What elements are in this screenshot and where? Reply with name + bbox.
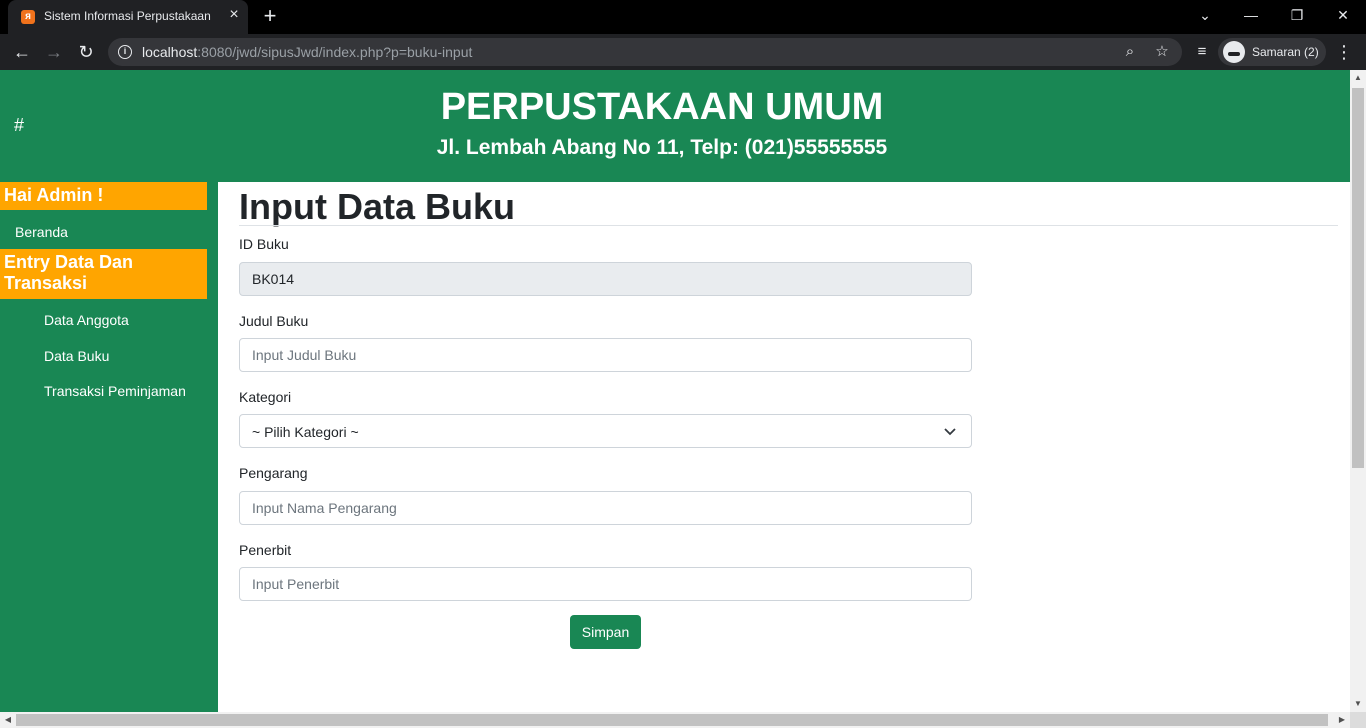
page-title: Input Data Buku — [239, 186, 515, 227]
xampp-favicon-icon: ᴙ — [21, 10, 35, 24]
new-tab-icon[interactable]: + — [258, 5, 282, 29]
site-header: # PERPUSTAKAAN UMUM Jl. Lembah Abang No … — [0, 70, 1350, 182]
browser-tabstrip: ᴙ Sistem Informasi Perpustakaan × + ⌄ — … — [0, 0, 1366, 34]
sidebar: Hai Admin ! Beranda Entry Data Dan Trans… — [0, 182, 218, 712]
id-buku-label: ID Buku — [239, 236, 289, 252]
kategori-select[interactable]: ~ Pilih Kategori ~ — [239, 414, 972, 448]
bookmark-star-icon[interactable]: ☆ — [1152, 42, 1172, 62]
window-close-icon[interactable]: ✕ — [1320, 0, 1366, 30]
simpan-button[interactable]: Simpan — [570, 615, 641, 649]
chevron-down-icon — [944, 428, 956, 436]
sidebar-item-beranda[interactable]: Beranda — [15, 224, 68, 240]
kategori-label: Kategori — [239, 389, 292, 405]
reload-icon[interactable]: ↻ — [74, 40, 98, 64]
scroll-right-icon[interactable]: ▶ — [1334, 712, 1350, 728]
sidebar-section-entry: Entry Data Dan Transaksi — [0, 249, 207, 299]
vertical-scroll-thumb[interactable] — [1352, 88, 1364, 468]
zoom-icon[interactable]: ⌕ — [1120, 42, 1140, 62]
restore-icon[interactable]: ❐ — [1274, 0, 1320, 30]
back-icon[interactable]: ← — [10, 40, 34, 64]
sidebar-greeting: Hai Admin ! — [0, 182, 207, 210]
page-viewport: # PERPUSTAKAAN UMUM Jl. Lembah Abang No … — [0, 70, 1350, 712]
id-buku-field[interactable] — [239, 262, 972, 296]
site-address: Jl. Lembah Abang No 11, Telp: (021)55555… — [436, 136, 888, 159]
minimize-icon[interactable]: — — [1228, 0, 1274, 30]
vertical-scrollbar[interactable]: ▲ ▼ — [1350, 70, 1366, 712]
scrollbar-corner — [1350, 712, 1366, 728]
horizontal-scroll-thumb[interactable] — [16, 714, 1328, 726]
judul-buku-input[interactable] — [239, 338, 972, 372]
incognito-profile-button[interactable]: Samaran (2) — [1218, 38, 1326, 66]
browser-tab[interactable]: ᴙ Sistem Informasi Perpustakaan × — [8, 0, 248, 34]
url-text[interactable]: localhost:8080/jwd/sipusJwd/index.php?p=… — [142, 44, 472, 60]
site-info-icon[interactable]: i — [118, 45, 132, 59]
forward-icon[interactable]: → — [42, 40, 66, 64]
sidebar-item-data-anggota[interactable]: Data Anggota — [44, 312, 129, 328]
kategori-selected-value: ~ Pilih Kategori ~ — [252, 424, 359, 440]
reading-list-icon[interactable]: ≡ — [1190, 40, 1214, 64]
pengarang-label: Pengarang — [239, 465, 308, 481]
site-title: PERPUSTAKAAN UMUM — [440, 86, 884, 128]
scroll-up-icon[interactable]: ▲ — [1350, 70, 1366, 86]
tab-search-icon[interactable]: ⌄ — [1182, 0, 1228, 30]
penerbit-input[interactable] — [239, 567, 972, 601]
scroll-left-icon[interactable]: ◀ — [0, 712, 16, 728]
title-divider — [239, 225, 1338, 226]
menu-kebab-icon[interactable]: ⋮ — [1332, 40, 1356, 64]
scroll-down-icon[interactable]: ▼ — [1350, 696, 1366, 712]
close-tab-icon[interactable]: × — [226, 7, 242, 23]
penerbit-label: Penerbit — [239, 542, 292, 558]
profile-name: Samaran (2) — [1252, 45, 1319, 59]
address-bar[interactable]: i localhost:8080/jwd/sipusJwd/index.php?… — [108, 38, 1182, 66]
sidebar-item-transaksi-peminjaman[interactable]: Transaksi Peminjaman — [44, 383, 186, 399]
incognito-icon — [1223, 41, 1245, 63]
browser-toolbar: ← → ↻ i localhost:8080/jwd/sipusJwd/inde… — [0, 34, 1366, 70]
horizontal-scrollbar[interactable]: ◀ ▶ — [0, 712, 1350, 728]
sidebar-item-data-buku[interactable]: Data Buku — [44, 348, 109, 364]
tab-title: Sistem Informasi Perpustakaan — [44, 9, 211, 23]
pengarang-input[interactable] — [239, 491, 972, 525]
judul-buku-label: Judul Buku — [239, 313, 309, 329]
